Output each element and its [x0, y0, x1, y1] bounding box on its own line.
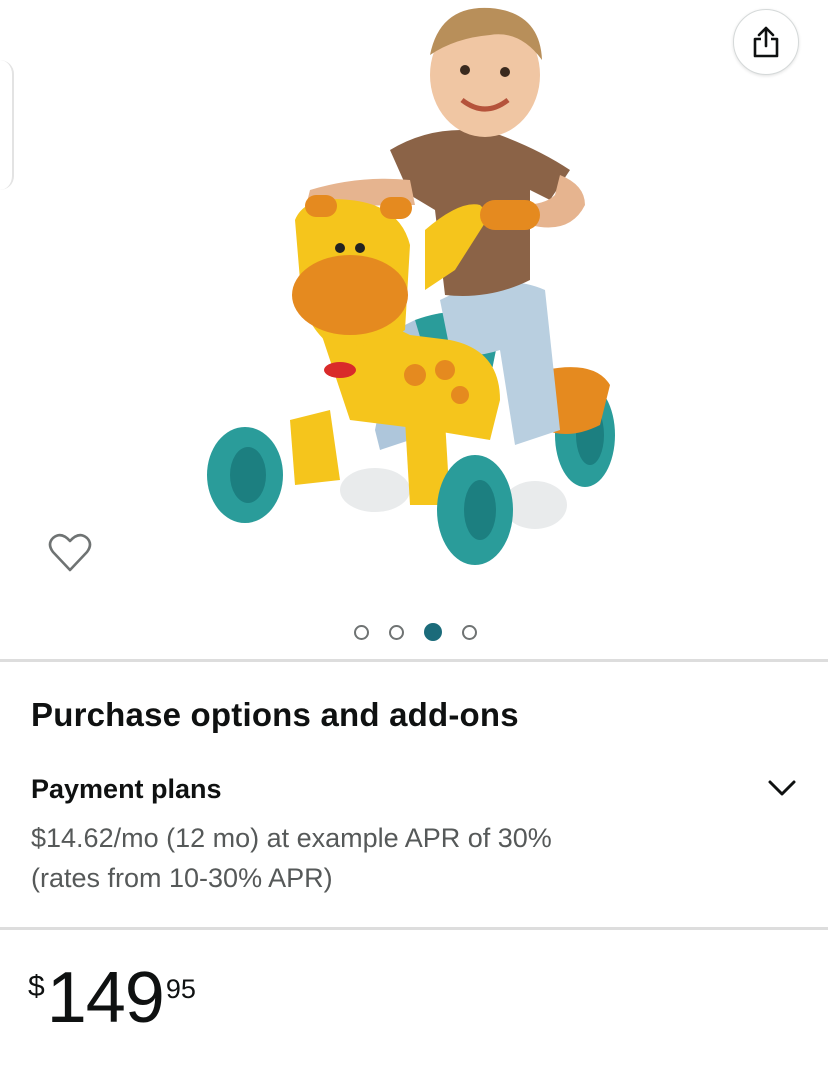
wishlist-button[interactable]: [40, 525, 100, 580]
section-divider: [0, 659, 828, 662]
share-button[interactable]: [733, 9, 799, 75]
pagination-dot[interactable]: [353, 624, 369, 640]
product-image-gallery[interactable]: [0, 0, 828, 660]
payment-plans-detail: $14.62/mo (12 mo) at example APR of 30% …: [31, 818, 731, 898]
section-divider: [0, 927, 828, 930]
payment-plan-rates: (rates from 10-30% APR): [31, 863, 333, 893]
pagination-dot[interactable]: [461, 624, 477, 640]
payment-plans-label: Payment plans: [31, 774, 222, 804]
chevron-down-icon: [768, 780, 796, 796]
payment-plans-row[interactable]: Payment plans $14.62/mo (12 mo) at examp…: [0, 760, 828, 910]
image-pagination-dots: [0, 620, 828, 644]
heart-outline-icon: [48, 533, 92, 571]
price-fraction: 95: [165, 974, 196, 1004]
payment-plan-monthly: $14.62/mo (12 mo) at example APR of 30%: [31, 823, 552, 853]
price-currency-symbol: $: [28, 970, 45, 1003]
pagination-dot-active[interactable]: [423, 623, 442, 641]
pagination-dot[interactable]: [388, 624, 404, 640]
purchase-options-title: Purchase options and add-ons: [31, 696, 519, 733]
share-icon: [753, 26, 779, 58]
expand-payment-plans-button[interactable]: [760, 768, 804, 808]
price-whole: 149: [46, 958, 165, 1038]
previous-image-peek: [0, 60, 14, 190]
product-price: $ 149 95: [28, 958, 196, 1038]
product-image[interactable]: [200, 0, 630, 585]
